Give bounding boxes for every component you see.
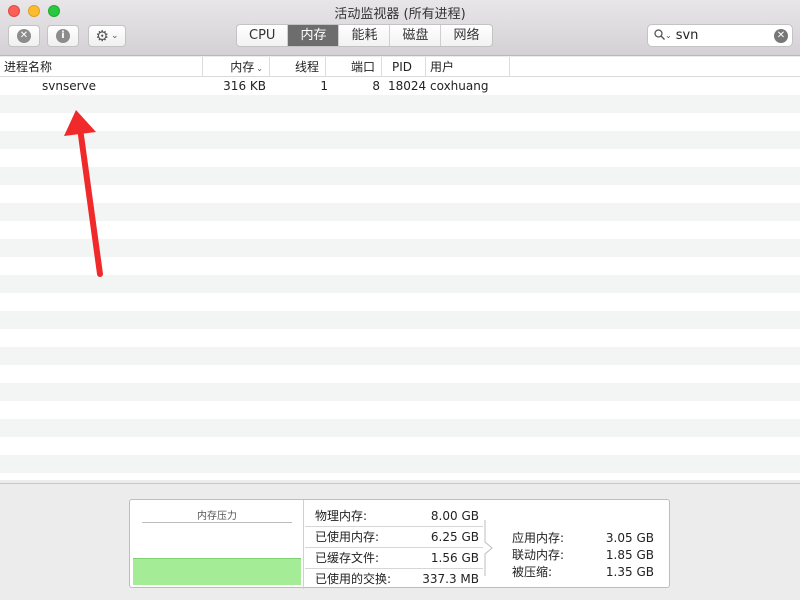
cell-ports: 8 xyxy=(372,79,380,93)
stat-value: 6.25 GB xyxy=(430,530,479,544)
cell-memory: 316 KB xyxy=(223,79,266,93)
window-title: 活动监视器 (所有进程) xyxy=(334,7,466,22)
memory-pressure-title: 内存压力 xyxy=(197,511,237,522)
empty-row xyxy=(0,311,800,329)
cell-pid: 18024 xyxy=(388,79,427,93)
inspect-process-button[interactable]: i xyxy=(47,25,79,47)
empty-row xyxy=(0,95,800,113)
stat-used-memory: 已使用内存: 6.25 GB xyxy=(305,527,483,548)
column-header-memory[interactable]: 内存 ⌄ xyxy=(203,57,270,77)
stat-value: 337.3 MB xyxy=(422,572,479,586)
empty-row xyxy=(0,185,800,203)
stat-label: 联动内存: xyxy=(512,548,565,562)
stat-physical-memory: 物理内存: 8.00 GB xyxy=(305,506,483,527)
stat-value: 8.00 GB xyxy=(430,509,479,523)
stat-value: 1.85 GB xyxy=(605,548,654,562)
memory-pressure-graph: 内存压力 xyxy=(130,500,304,589)
column-header-memory-label: 内存 xyxy=(230,60,255,74)
stat-label: 应用内存: xyxy=(512,531,565,545)
tab-disk[interactable]: 磁盘 xyxy=(390,25,442,46)
cell-user: coxhuang xyxy=(430,79,489,93)
stat-label: 已缓存文件: xyxy=(315,551,380,565)
empty-row xyxy=(0,149,800,167)
pressure-graph-divider xyxy=(142,522,292,523)
search-field[interactable]: ⌄ ✕ xyxy=(647,24,793,47)
stat-value: 1.56 GB xyxy=(430,551,479,565)
empty-row xyxy=(0,293,800,311)
empty-row xyxy=(0,131,800,149)
tab-energy[interactable]: 能耗 xyxy=(339,25,391,46)
table-header: 进程名称 内存 ⌄ 线程 端口 PID 用户 xyxy=(0,57,800,77)
empty-row xyxy=(0,347,800,365)
empty-row xyxy=(0,275,800,293)
pressure-graph-fill xyxy=(133,558,301,585)
empty-row xyxy=(0,239,800,257)
empty-row xyxy=(0,167,800,185)
cell-process-name: svnserve xyxy=(42,79,97,93)
stat-label: 物理内存: xyxy=(315,509,368,523)
process-table: 进程名称 内存 ⌄ 线程 端口 PID 用户 svnserve 316 KB 1 … xyxy=(0,57,800,480)
search-icon[interactable] xyxy=(654,28,665,43)
info-icon: i xyxy=(56,29,70,43)
gear-icon: ⚙ xyxy=(95,26,109,45)
table-body: svnserve 316 KB 1 8 18024 coxhuang xyxy=(0,77,800,480)
title-bar: 活动监视器 (所有进程) ✕ i ⚙ ⌄ CPU 内存 能耗 磁盘 网络 ⌄ ✕ xyxy=(0,0,800,56)
column-header-ports[interactable]: 端口 xyxy=(326,57,382,77)
stat-value: 1.35 GB xyxy=(605,565,654,579)
breakdown-bracket-icon xyxy=(484,520,493,576)
stat-app-memory: 应用内存: 3.05 GB xyxy=(500,530,660,547)
stat-swap-used: 已使用的交换: 337.3 MB xyxy=(305,569,483,590)
memory-summary-panel: 内存压力 物理内存: 8.00 GB 已使用内存: 6.25 GB 已缓存文件:… xyxy=(0,483,800,600)
stat-compressed: 被压缩: 1.35 GB xyxy=(500,564,660,581)
column-header-name[interactable]: 进程名称 xyxy=(0,57,203,77)
column-header-user[interactable]: 用户 xyxy=(426,57,510,77)
tab-network[interactable]: 网络 xyxy=(441,25,491,46)
stat-label: 已使用的交换: xyxy=(315,572,392,586)
memory-breakdown: 应用内存: 3.05 GB 联动内存: 1.85 GB 被压缩: 1.35 GB xyxy=(500,530,660,581)
empty-row xyxy=(0,473,800,480)
empty-row xyxy=(0,401,800,419)
stat-wired-memory: 联动内存: 1.85 GB xyxy=(500,547,660,564)
action-menu-button[interactable]: ⚙ ⌄ xyxy=(88,25,126,47)
empty-row xyxy=(0,437,800,455)
empty-row xyxy=(0,419,800,437)
column-header-pid[interactable]: PID xyxy=(382,57,426,77)
empty-row xyxy=(0,257,800,275)
empty-row xyxy=(0,329,800,347)
stat-label: 已使用内存: xyxy=(315,530,380,544)
empty-row xyxy=(0,383,800,401)
empty-row xyxy=(0,365,800,383)
empty-row xyxy=(0,455,800,473)
column-header-threads[interactable]: 线程 xyxy=(270,57,326,77)
quit-process-button[interactable]: ✕ xyxy=(8,25,40,47)
search-options-caret-icon[interactable]: ⌄ xyxy=(665,31,672,40)
clear-search-icon[interactable]: ✕ xyxy=(774,29,788,43)
empty-row xyxy=(0,203,800,221)
empty-row xyxy=(0,221,800,239)
memory-stats: 物理内存: 8.00 GB 已使用内存: 6.25 GB 已缓存文件: 1.56… xyxy=(305,506,483,590)
tab-cpu[interactable]: CPU xyxy=(237,25,289,46)
stat-value: 3.05 GB xyxy=(605,531,654,545)
search-input[interactable] xyxy=(675,28,776,43)
cell-threads: 1 xyxy=(320,79,328,93)
category-tabs: CPU 内存 能耗 磁盘 网络 xyxy=(236,24,493,47)
stop-icon: ✕ xyxy=(17,29,31,43)
tab-memory[interactable]: 内存 xyxy=(288,25,340,46)
table-row[interactable]: svnserve 316 KB 1 8 18024 coxhuang xyxy=(0,77,800,95)
empty-row xyxy=(0,113,800,131)
stat-cached-files: 已缓存文件: 1.56 GB xyxy=(305,548,483,569)
memory-card: 内存压力 物理内存: 8.00 GB 已使用内存: 6.25 GB 已缓存文件:… xyxy=(129,499,670,590)
chevron-down-icon: ⌄ xyxy=(110,31,119,41)
stat-label: 被压缩: xyxy=(512,565,553,579)
sort-descending-icon: ⌄ xyxy=(256,64,263,73)
